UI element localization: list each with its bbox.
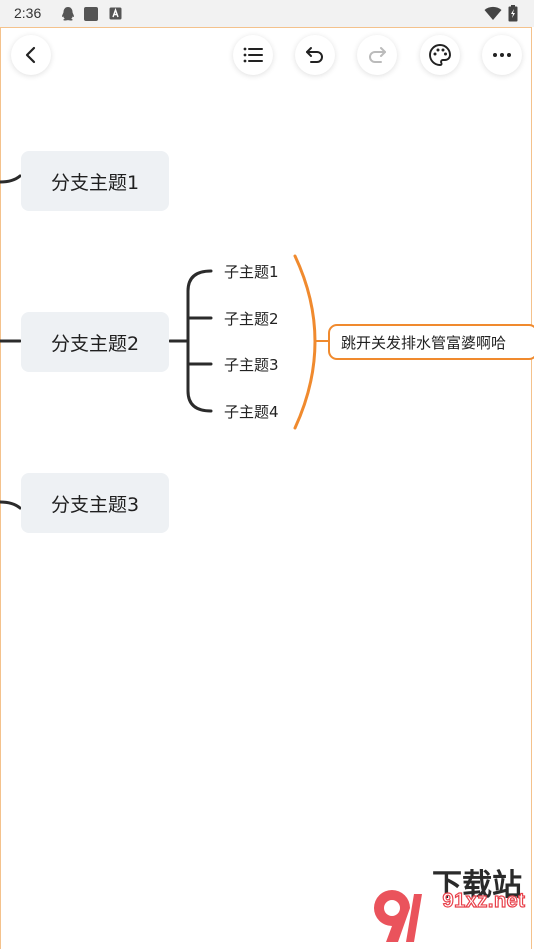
watermark-logo-icon	[373, 890, 422, 942]
branch-topic-3[interactable]: 分支主题3	[21, 473, 169, 533]
summary-topic[interactable]: 跳开关发排水管富婆啊哈	[328, 324, 534, 360]
branch-topic-1[interactable]: 分支主题1	[21, 151, 169, 211]
subtopic-3[interactable]: 子主题3	[224, 354, 279, 375]
summary-bracket	[293, 254, 317, 430]
connector-branch-1	[0, 174, 22, 184]
branch-topic-2[interactable]: 分支主题2	[21, 312, 169, 372]
subtopic-4[interactable]: 子主题4	[224, 401, 279, 422]
subtopic-2[interactable]: 子主题2	[224, 308, 279, 329]
connector-branch-3	[0, 500, 22, 510]
subtopic-1[interactable]: 子主题1	[224, 261, 279, 282]
connector-sub-bracket	[186, 269, 213, 413]
watermark-site: 91xz.net	[442, 889, 526, 912]
